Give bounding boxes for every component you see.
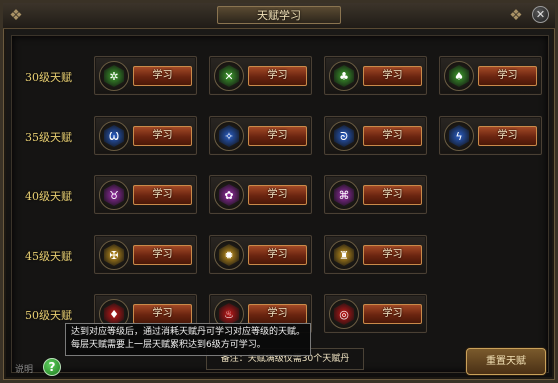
talent-emblem: ♠ [449, 65, 469, 87]
reset-talent-button[interactable]: 重置天赋 [466, 348, 546, 375]
learn-button[interactable]: 学习 [133, 126, 192, 146]
help-icon[interactable]: ? [43, 358, 61, 376]
talent-emblem: ✧ [219, 125, 239, 147]
tooltip: 达到对应等级后，通过消耗天赋丹可学习对应等级的天赋。 每层天赋需要上一层天赋累积… [65, 323, 311, 356]
talent-emblem: ᘐ [334, 125, 354, 147]
talent-emblem: ✿ [219, 184, 239, 206]
help-label: 说明 [15, 365, 34, 375]
red-ring-talent-icon[interactable]: ◎ [329, 299, 359, 329]
learn-button[interactable]: 学习 [248, 66, 307, 86]
green-blade-talent-icon[interactable]: ✕ [214, 61, 244, 91]
row-label: 45级天赋 [25, 250, 72, 263]
learn-button[interactable]: 学习 [363, 126, 422, 146]
talent-emblem: ♨ [219, 303, 239, 325]
talent-emblem: ✹ [219, 244, 239, 266]
title-bar: ❖ 天赋学习 ❖ ✕ [3, 3, 555, 29]
purple-beast-talent-icon[interactable]: ✿ [214, 180, 244, 210]
learn-button[interactable]: 学习 [363, 185, 422, 205]
learn-button[interactable]: 学习 [478, 66, 537, 86]
talent-emblem: ♣ [334, 65, 354, 87]
learn-button[interactable]: 学习 [133, 245, 192, 265]
learn-button[interactable]: 学习 [133, 66, 192, 86]
talent-slot: ᘐ 学习 [324, 116, 427, 155]
talent-slot: ◎ 学习 [324, 294, 427, 333]
row-label: 35级天赋 [25, 131, 72, 144]
talent-emblem: ✠ [104, 244, 124, 266]
talent-emblem: ♜ [334, 244, 354, 266]
talent-slot: ♠ 学习 [439, 56, 542, 95]
blue-swirl-talent-icon[interactable]: ᘐ [329, 121, 359, 151]
tooltip-line-2: 每层天赋需要上一层天赋累积达到6级方可学习。 [71, 340, 266, 350]
talent-slot: ✧ 学习 [209, 116, 312, 155]
learn-button[interactable]: 学习 [133, 304, 192, 324]
tooltip-line-1: 达到对应等级后，通过消耗天赋丹可学习对应等级的天赋。 [71, 327, 306, 337]
talent-window: ❖ 天赋学习 ❖ ✕ 30级天赋 ✲ 学习 ✕ 学习 ♣ 学习 ♠ 学习 35级天赋 Ѡ 学习 ✧ 学习 ᘐ… [0, 0, 558, 383]
learn-button[interactable]: 学习 [363, 245, 422, 265]
row-label: 50级天赋 [25, 309, 72, 322]
talent-slot: ♣ 学习 [324, 56, 427, 95]
talent-emblem: ✲ [104, 65, 124, 87]
close-button[interactable]: ✕ [532, 6, 549, 23]
gold-star-talent-icon[interactable]: ✹ [214, 240, 244, 270]
gold-cross-talent-icon[interactable]: ✠ [99, 240, 129, 270]
learn-button[interactable]: 学习 [248, 185, 307, 205]
talent-slot: ♉ 学习 [94, 175, 197, 214]
row-label: 40级天赋 [25, 190, 72, 203]
green-shield-talent-icon[interactable]: ♣ [329, 61, 359, 91]
ornament-right-icon: ❖ [509, 6, 523, 24]
talent-slot: ✲ 学习 [94, 56, 197, 95]
row-label: 30级天赋 [25, 71, 72, 84]
talent-emblem: ♉ [104, 184, 124, 206]
learn-button[interactable]: 学习 [133, 185, 192, 205]
talent-emblem: ⌘ [334, 184, 354, 206]
green-tree-talent-icon[interactable]: ♠ [444, 61, 474, 91]
talent-slot: ✠ 学习 [94, 235, 197, 274]
blue-feather-talent-icon[interactable]: ϟ [444, 121, 474, 151]
purple-demon-talent-icon[interactable]: ♉ [99, 180, 129, 210]
window-title: 天赋学习 [217, 6, 341, 24]
gold-helm-talent-icon[interactable]: ♜ [329, 240, 359, 270]
talent-emblem: ♦ [104, 303, 124, 325]
talent-emblem: ϟ [449, 125, 469, 147]
talent-slot: ♜ 学习 [324, 235, 427, 274]
talent-slot: ϟ 学习 [439, 116, 542, 155]
talent-slot: ✿ 学习 [209, 175, 312, 214]
talent-emblem: Ѡ [104, 125, 124, 147]
talent-slot: Ѡ 学习 [94, 116, 197, 155]
learn-button[interactable]: 学习 [248, 126, 307, 146]
blue-wing-talent-icon[interactable]: ✧ [214, 121, 244, 151]
talent-slot: ✹ 学习 [209, 235, 312, 274]
learn-button[interactable]: 学习 [478, 126, 537, 146]
blue-horns-talent-icon[interactable]: Ѡ [99, 121, 129, 151]
talent-emblem: ◎ [334, 303, 354, 325]
talent-emblem: ✕ [219, 65, 239, 87]
green-leaf-talent-icon[interactable]: ✲ [99, 61, 129, 91]
learn-button[interactable]: 学习 [248, 304, 307, 324]
talent-slot: ✕ 学习 [209, 56, 312, 95]
learn-button[interactable]: 学习 [363, 66, 422, 86]
ornament-left-icon: ❖ [9, 6, 23, 24]
learn-button[interactable]: 学习 [363, 304, 422, 324]
purple-rune-talent-icon[interactable]: ⌘ [329, 180, 359, 210]
talent-slot: ⌘ 学习 [324, 175, 427, 214]
learn-button[interactable]: 学习 [248, 245, 307, 265]
